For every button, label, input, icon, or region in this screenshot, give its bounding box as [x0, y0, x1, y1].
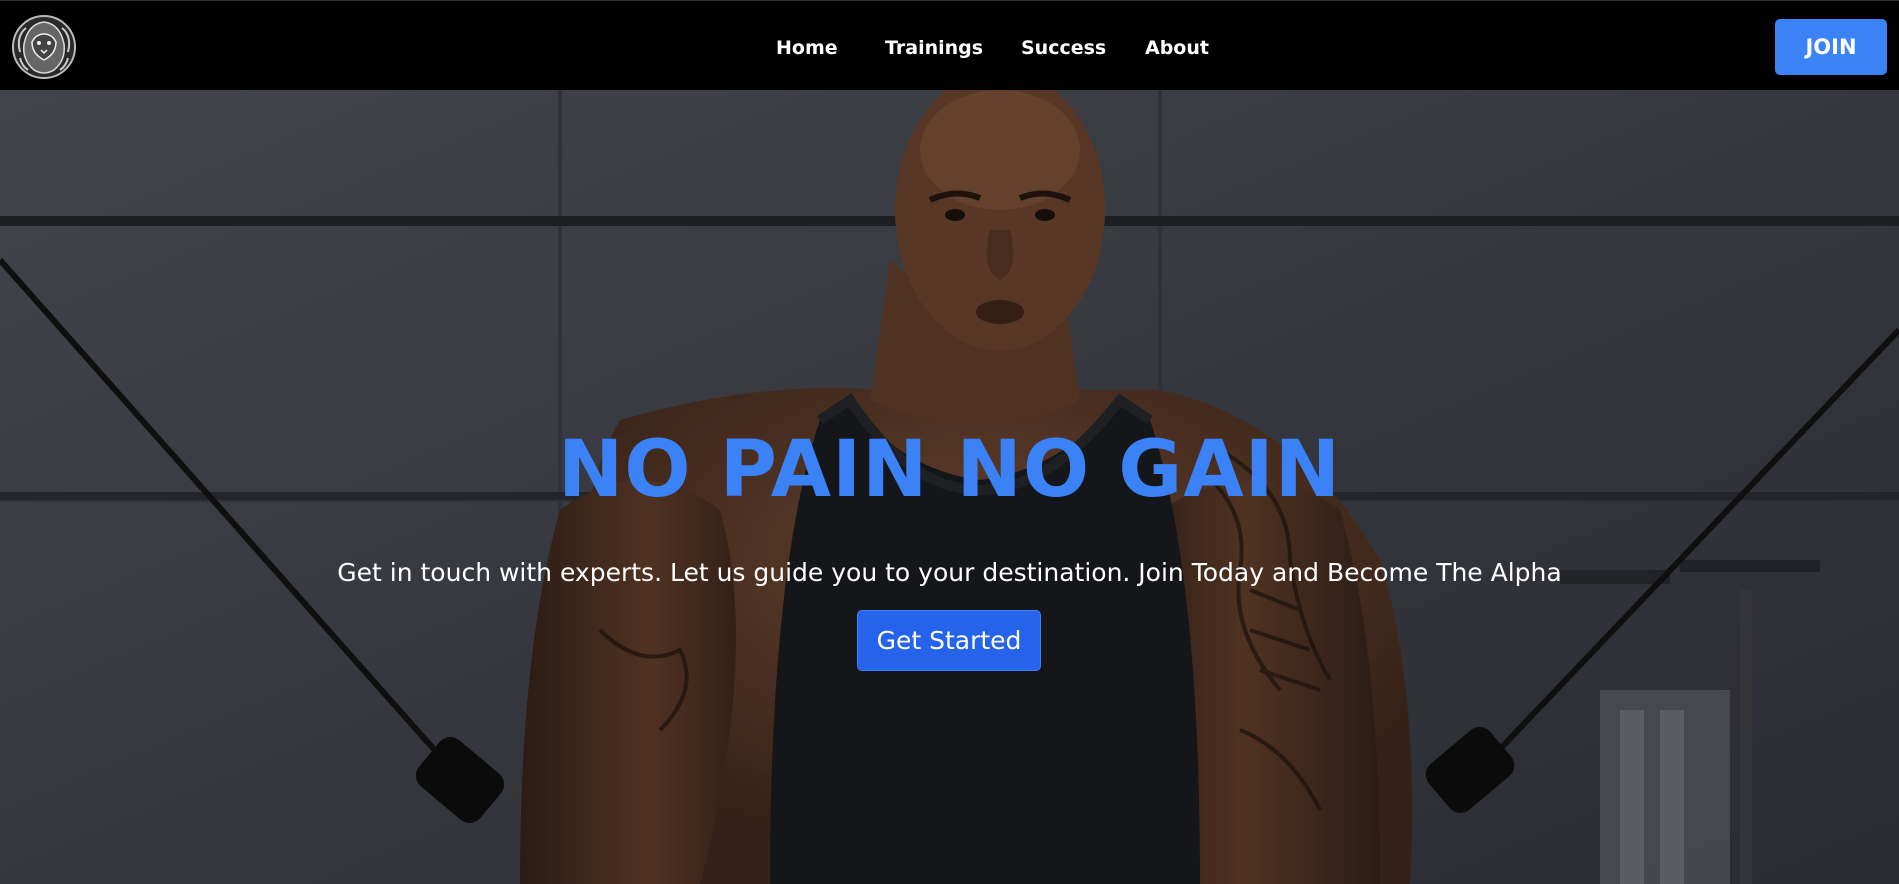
get-started-button[interactable]: Get Started	[857, 610, 1041, 671]
top-navbar: Home Trainings Success About JOIN	[0, 0, 1899, 90]
main-nav: Home Trainings Success About	[0, 1, 1899, 91]
nav-link-about[interactable]: About	[1145, 37, 1209, 59]
join-button[interactable]: JOIN	[1775, 19, 1887, 75]
hero-section: NO PAIN NO GAIN Get in touch with expert…	[0, 90, 1899, 884]
nav-link-success[interactable]: Success	[1021, 37, 1106, 59]
lion-logo-icon[interactable]	[10, 14, 78, 80]
hero-title: NO PAIN NO GAIN	[557, 425, 1341, 515]
hero-subtitle: Get in touch with experts. Let us guide …	[337, 558, 1562, 587]
nav-link-trainings[interactable]: Trainings	[885, 37, 983, 59]
nav-link-home[interactable]: Home	[776, 37, 838, 59]
